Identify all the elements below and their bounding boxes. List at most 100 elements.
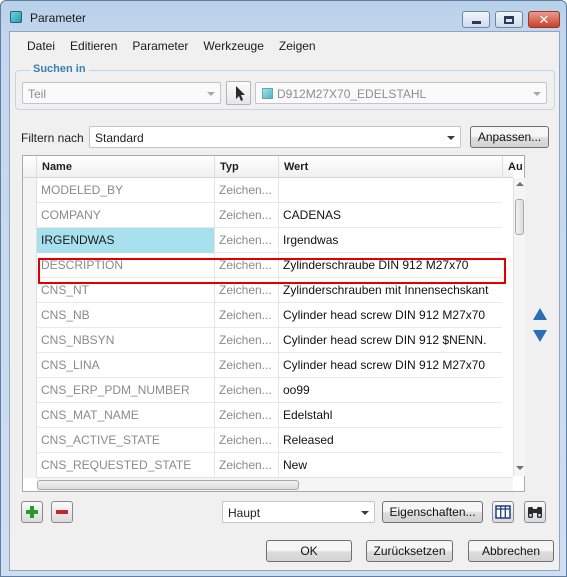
window-title: Parameter	[30, 11, 87, 25]
customize-button[interactable]: Anpassen...	[470, 126, 549, 148]
add-parameter-button[interactable]	[21, 501, 43, 523]
table-row[interactable]: CNS_ACTIVE_STATE Zeichen... Released	[37, 428, 502, 453]
search-group-legend: Suchen in	[30, 63, 89, 75]
view-select[interactable]: Haupt	[222, 501, 375, 523]
cell-value[interactable]: Irgendwas	[279, 228, 502, 253]
cell-name[interactable]: CNS_MAT_NAME	[37, 403, 215, 428]
columns-button[interactable]	[492, 501, 514, 523]
column-header-au[interactable]: Au	[503, 156, 525, 178]
cell-name[interactable]: MODELED_BY	[37, 178, 215, 203]
pointer-cursor-icon	[236, 86, 245, 101]
reset-button[interactable]: Zurücksetzen	[366, 540, 453, 562]
menu-werkzeuge[interactable]: Werkzeuge	[195, 36, 270, 58]
cell-type[interactable]: Zeichen...	[215, 178, 279, 203]
part-icon	[262, 88, 273, 99]
cell-name[interactable]: CNS_ERP_PDM_NUMBER	[37, 378, 215, 403]
pick-part-button[interactable]	[226, 81, 251, 105]
table-row[interactable]: MODELED_BY Zeichen...	[37, 178, 502, 203]
close-icon: ✕	[538, 12, 550, 27]
remove-parameter-button[interactable]	[51, 501, 73, 523]
cell-type[interactable]: Zeichen...	[215, 203, 279, 228]
cell-name[interactable]: CNS_NBSYN	[37, 328, 215, 353]
table-header: Name Typ Wert Au	[23, 156, 523, 178]
close-button[interactable]: ✕	[528, 11, 560, 28]
header-row-selector	[23, 156, 37, 178]
column-header-name[interactable]: Name	[37, 156, 215, 178]
table-row[interactable]: COMPANY Zeichen... CADENAS	[37, 203, 502, 228]
horizontal-scrollbar[interactable]	[37, 477, 513, 491]
cell-value[interactable]: Zylinderschraube DIN 912 M27x70	[279, 253, 502, 278]
parameter-table: Name Typ Wert Au MODELED_BY Zeichen... COM…	[22, 155, 525, 492]
cell-name[interactable]: CNS_ACTIVE_STATE	[37, 428, 215, 453]
cell-value[interactable]: New	[279, 453, 502, 478]
menu-parameter[interactable]: Parameter	[124, 36, 195, 58]
column-header-type[interactable]: Typ	[215, 156, 279, 178]
table-row[interactable]: CNS_NBSYN Zeichen... Cylinder head screw D…	[37, 328, 502, 353]
vertical-scrollbar[interactable]	[513, 178, 525, 476]
table-row[interactable]: CNS_NT Zeichen... Zylinderschrauben mit In…	[37, 278, 502, 303]
menu-zeigen[interactable]: Zeigen	[271, 36, 323, 58]
cell-type[interactable]: Zeichen...	[215, 303, 279, 328]
cell-type[interactable]: Zeichen...	[215, 403, 279, 428]
table-row[interactable]: CNS_MAT_NAME Zeichen... Edelstahl	[37, 403, 502, 428]
cancel-button[interactable]: Abbrechen	[468, 540, 554, 562]
triangle-up-icon[interactable]	[533, 308, 547, 320]
cell-name[interactable]: COMPANY	[37, 203, 215, 228]
app-icon	[10, 11, 22, 23]
cell-value[interactable]: Cylinder head screw DIN 912 M27x70	[279, 353, 502, 378]
maximize-button[interactable]	[495, 11, 523, 28]
cell-value[interactable]: Cylinder head screw DIN 912 $NENN.	[279, 328, 502, 353]
table-row[interactable]: CNS_ERP_PDM_NUMBER Zeichen... oo99	[37, 378, 502, 403]
column-header-value[interactable]: Wert	[279, 156, 503, 178]
chevron-down-icon	[447, 136, 455, 140]
scope-select[interactable]: Teil	[22, 82, 221, 104]
part-select[interactable]: D912M27X70_EDELSTAHL	[255, 82, 547, 104]
row-selector-column	[23, 178, 37, 478]
vertical-scroll-thumb[interactable]	[515, 199, 524, 235]
find-button[interactable]	[524, 501, 546, 523]
columns-grid-icon	[495, 505, 511, 519]
cell-name[interactable]: CNS_NB	[37, 303, 215, 328]
cell-name[interactable]: IRGENDWAS	[37, 228, 215, 253]
cell-type[interactable]: Zeichen...	[215, 353, 279, 378]
cell-type[interactable]: Zeichen...	[215, 378, 279, 403]
menu-datei[interactable]: Datei	[10, 36, 62, 58]
parameter-window: Parameter ✕ Datei Editieren Parameter We…	[0, 0, 567, 577]
table-row[interactable]: IRGENDWAS Zeichen... Irgendwas	[37, 228, 502, 253]
cell-value[interactable]: Cylinder head screw DIN 912 M27x70	[279, 303, 502, 328]
triangle-down-icon[interactable]	[533, 330, 547, 342]
chevron-down-icon	[207, 92, 215, 96]
cell-type[interactable]: Zeichen...	[215, 328, 279, 353]
properties-button[interactable]: Eigenschaften...	[382, 501, 483, 523]
cell-value[interactable]: oo99	[279, 378, 502, 403]
cell-name[interactable]: CNS_REQUESTED_STATE	[37, 453, 215, 478]
cell-type[interactable]: Zeichen...	[215, 453, 279, 478]
table-row[interactable]: DESCRIPTION Zeichen... Zylinderschraube DI…	[37, 253, 502, 278]
filter-select[interactable]: Standard	[89, 126, 461, 148]
cell-name[interactable]: DESCRIPTION	[37, 253, 215, 278]
cell-value[interactable]	[279, 178, 502, 203]
cell-type[interactable]: Zeichen...	[215, 428, 279, 453]
scroll-down-icon[interactable]	[516, 466, 524, 470]
scroll-up-icon[interactable]	[516, 182, 524, 186]
chevron-down-icon	[533, 92, 541, 96]
ok-button[interactable]: OK	[266, 540, 352, 562]
cell-value[interactable]: Zylinderschrauben mit Innensechskant	[279, 278, 502, 303]
horizontal-scroll-thumb[interactable]	[37, 480, 299, 490]
table-row[interactable]: CNS_NB Zeichen... Cylinder head screw DIN …	[37, 303, 502, 328]
part-select-value: D912M27X70_EDELSTAHL	[277, 87, 427, 101]
table-row[interactable]: CNS_REQUESTED_STATE Zeichen... New	[37, 453, 502, 478]
cell-value[interactable]: CADENAS	[279, 203, 502, 228]
cell-value[interactable]: Edelstahl	[279, 403, 502, 428]
cell-value[interactable]: Released	[279, 428, 502, 453]
table-row[interactable]: CNS_LINA Zeichen... Cylinder head screw DI…	[37, 353, 502, 378]
minimize-button[interactable]	[462, 11, 490, 28]
cell-type[interactable]: Zeichen...	[215, 253, 279, 278]
menu-editieren[interactable]: Editieren	[62, 36, 124, 58]
title-bar[interactable]: Parameter ✕	[1, 1, 566, 31]
binoculars-icon	[528, 507, 542, 518]
cell-type[interactable]: Zeichen...	[215, 278, 279, 303]
cell-name[interactable]: CNS_NT	[37, 278, 215, 303]
cell-name[interactable]: CNS_LINA	[37, 353, 215, 378]
cell-type[interactable]: Zeichen...	[215, 228, 279, 253]
